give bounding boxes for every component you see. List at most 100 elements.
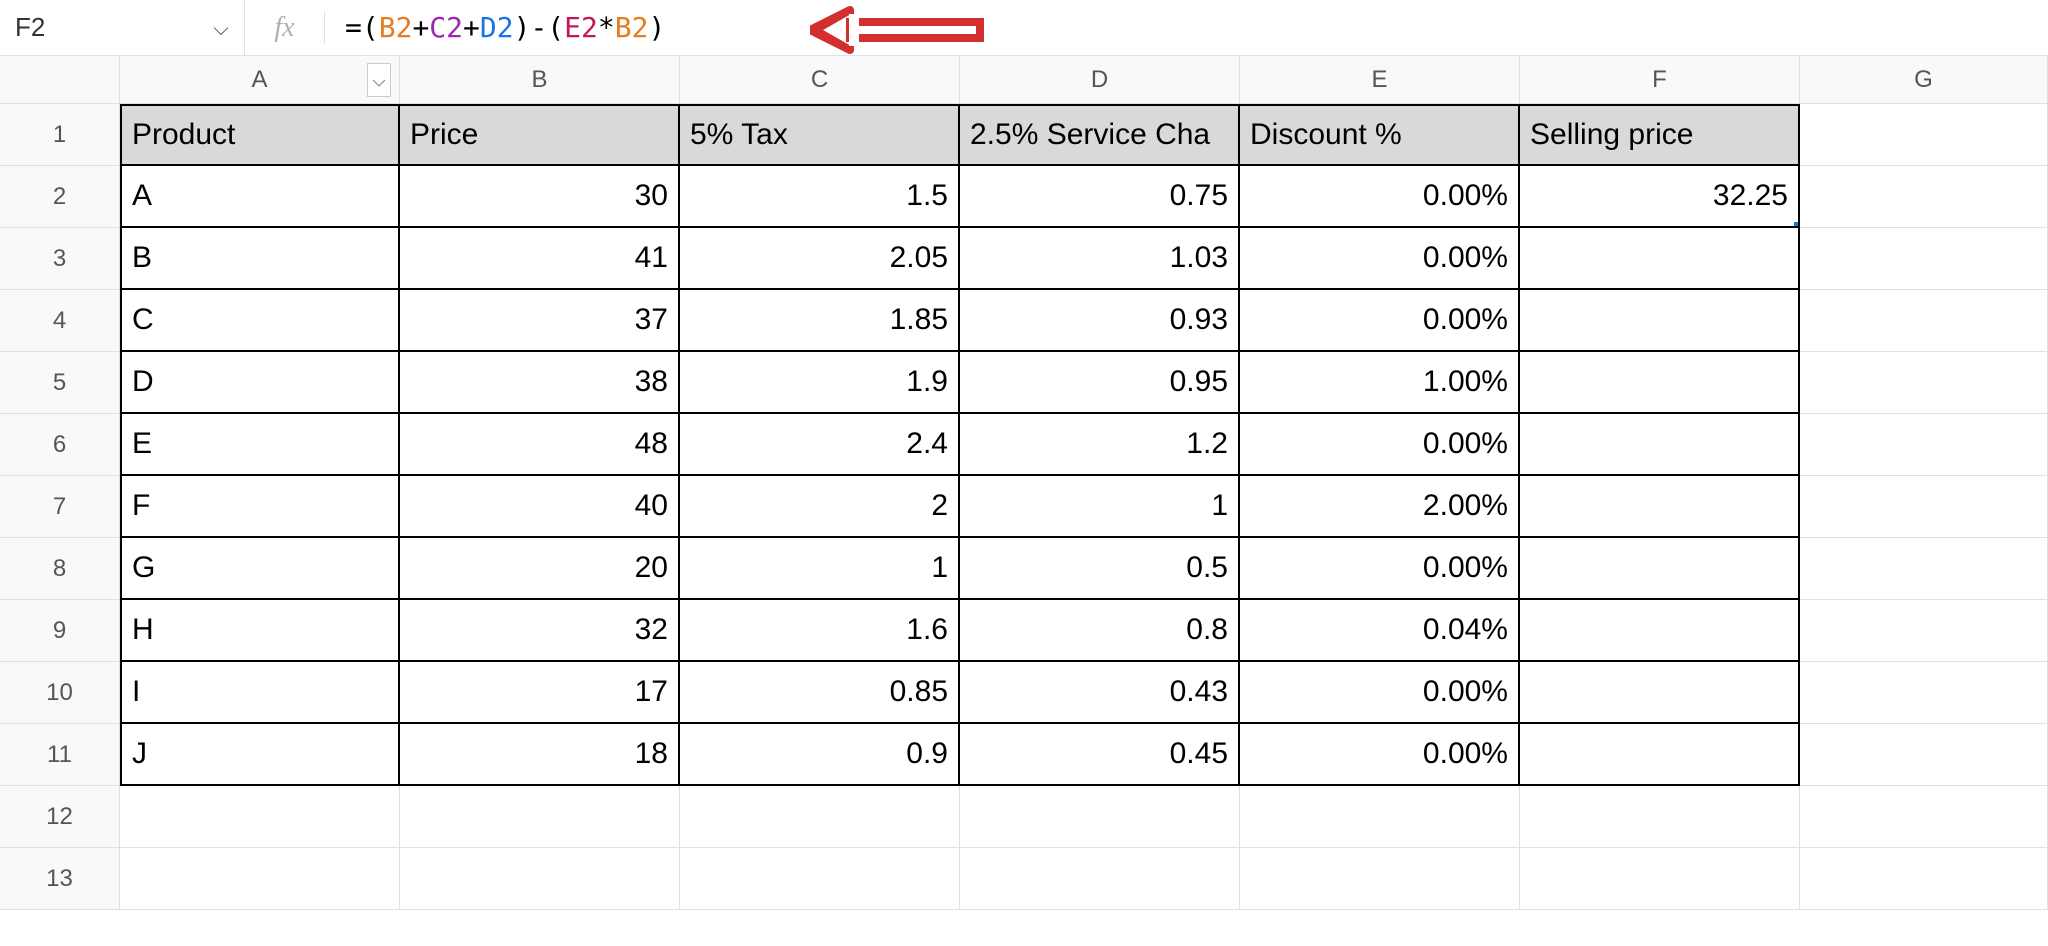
cell-c1[interactable]: 5% Tax [680, 104, 960, 166]
cell-a5[interactable]: D [120, 352, 400, 414]
cell-c6[interactable]: 2.4 [680, 414, 960, 476]
cell-e11[interactable]: 0.00% [1240, 724, 1520, 786]
cell-c12[interactable] [680, 786, 960, 848]
cell-c9[interactable]: 1.6 [680, 600, 960, 662]
row-header-2[interactable]: 2 [0, 166, 120, 228]
cell-d3[interactable]: 1.03 [960, 228, 1240, 290]
select-all-corner[interactable] [0, 56, 120, 103]
column-header-d[interactable]: D [960, 56, 1240, 103]
cell-g5[interactable] [1800, 352, 2048, 414]
row-header-3[interactable]: 3 [0, 228, 120, 290]
row-header-13[interactable]: 13 [0, 848, 120, 910]
cell-f10[interactable] [1520, 662, 1800, 724]
cell-d5[interactable]: 0.95 [960, 352, 1240, 414]
row-header-6[interactable]: 6 [0, 414, 120, 476]
cell-a8[interactable]: G [120, 538, 400, 600]
cell-g2[interactable] [1800, 166, 2048, 228]
row-header-8[interactable]: 8 [0, 538, 120, 600]
cell-b3[interactable]: 41 [400, 228, 680, 290]
cell-b2[interactable]: 30 [400, 166, 680, 228]
fill-handle[interactable] [1794, 222, 1800, 228]
cell-g9[interactable] [1800, 600, 2048, 662]
cell-c10[interactable]: 0.85 [680, 662, 960, 724]
cell-g11[interactable] [1800, 724, 2048, 786]
cell-f7[interactable] [1520, 476, 1800, 538]
cell-g7[interactable] [1800, 476, 2048, 538]
cell-b12[interactable] [400, 786, 680, 848]
row-header-7[interactable]: 7 [0, 476, 120, 538]
cell-g13[interactable] [1800, 848, 2048, 910]
cell-a6[interactable]: E [120, 414, 400, 476]
cell-b8[interactable]: 20 [400, 538, 680, 600]
cell-f9[interactable] [1520, 600, 1800, 662]
name-box[interactable]: F2 [0, 0, 245, 55]
column-a-dropdown-icon[interactable] [367, 63, 391, 97]
cell-c13[interactable] [680, 848, 960, 910]
row-header-9[interactable]: 9 [0, 600, 120, 662]
cell-g12[interactable] [1800, 786, 2048, 848]
row-header-11[interactable]: 11 [0, 724, 120, 786]
cell-f5[interactable] [1520, 352, 1800, 414]
cell-e13[interactable] [1240, 848, 1520, 910]
cell-a10[interactable]: I [120, 662, 400, 724]
cell-b5[interactable]: 38 [400, 352, 680, 414]
cell-c8[interactable]: 1 [680, 538, 960, 600]
cell-d12[interactable] [960, 786, 1240, 848]
cell-g6[interactable] [1800, 414, 2048, 476]
cell-e1[interactable]: Discount % [1240, 104, 1520, 166]
cell-g8[interactable] [1800, 538, 2048, 600]
cell-d1[interactable]: 2.5% Service Cha [960, 104, 1240, 166]
cell-f8[interactable] [1520, 538, 1800, 600]
cell-e12[interactable] [1240, 786, 1520, 848]
cell-e6[interactable]: 0.00% [1240, 414, 1520, 476]
cell-e10[interactable]: 0.00% [1240, 662, 1520, 724]
cell-f13[interactable] [1520, 848, 1800, 910]
cell-a3[interactable]: B [120, 228, 400, 290]
row-header-4[interactable]: 4 [0, 290, 120, 352]
cell-b9[interactable]: 32 [400, 600, 680, 662]
cell-b6[interactable]: 48 [400, 414, 680, 476]
column-header-g[interactable]: G [1800, 56, 2048, 103]
column-header-f[interactable]: F [1520, 56, 1800, 103]
cell-g1[interactable] [1800, 104, 2048, 166]
cell-a11[interactable]: J [120, 724, 400, 786]
cell-b4[interactable]: 37 [400, 290, 680, 352]
cell-a12[interactable] [120, 786, 400, 848]
cell-d6[interactable]: 1.2 [960, 414, 1240, 476]
cell-c11[interactable]: 0.9 [680, 724, 960, 786]
cell-a13[interactable] [120, 848, 400, 910]
cell-e7[interactable]: 2.00% [1240, 476, 1520, 538]
cell-e2[interactable]: 0.00% [1240, 166, 1520, 228]
column-header-b[interactable]: B [400, 56, 680, 103]
cell-g4[interactable] [1800, 290, 2048, 352]
row-header-10[interactable]: 10 [0, 662, 120, 724]
cell-c4[interactable]: 1.85 [680, 290, 960, 352]
cell-a4[interactable]: C [120, 290, 400, 352]
fx-icon[interactable]: fx [245, 11, 325, 44]
cell-d13[interactable] [960, 848, 1240, 910]
cell-d2[interactable]: 0.75 [960, 166, 1240, 228]
cell-c2[interactable]: 1.5 [680, 166, 960, 228]
cell-e9[interactable]: 0.04% [1240, 600, 1520, 662]
cell-f1[interactable]: Selling price [1520, 104, 1800, 166]
column-header-e[interactable]: E [1240, 56, 1520, 103]
cell-d9[interactable]: 0.8 [960, 600, 1240, 662]
formula-input[interactable]: =(B2+C2+D2)-(E2*B2) [325, 11, 2048, 44]
cell-e3[interactable]: 0.00% [1240, 228, 1520, 290]
cell-b1[interactable]: Price [400, 104, 680, 166]
cell-a9[interactable]: H [120, 600, 400, 662]
row-header-1[interactable]: 1 [0, 104, 120, 166]
cell-f12[interactable] [1520, 786, 1800, 848]
cell-f3[interactable] [1520, 228, 1800, 290]
cell-b7[interactable]: 40 [400, 476, 680, 538]
cell-d7[interactable]: 1 [960, 476, 1240, 538]
cell-e4[interactable]: 0.00% [1240, 290, 1520, 352]
column-header-c[interactable]: C [680, 56, 960, 103]
cell-b13[interactable] [400, 848, 680, 910]
cell-g3[interactable] [1800, 228, 2048, 290]
cell-a7[interactable]: F [120, 476, 400, 538]
cell-e8[interactable]: 0.00% [1240, 538, 1520, 600]
cell-b10[interactable]: 17 [400, 662, 680, 724]
cell-c7[interactable]: 2 [680, 476, 960, 538]
cell-d4[interactable]: 0.93 [960, 290, 1240, 352]
